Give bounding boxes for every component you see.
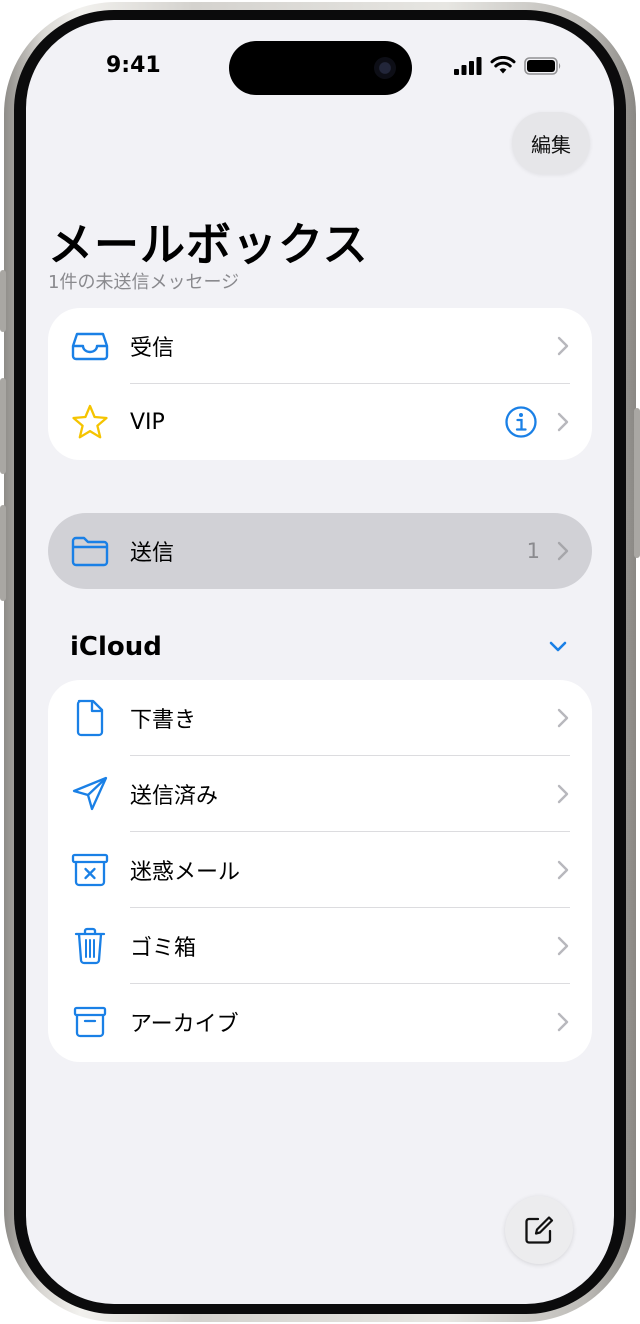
mailbox-label: 送信: [130, 541, 175, 566]
mailbox-label: ゴミ箱: [130, 936, 197, 961]
mailbox-row-archive[interactable]: アーカイブ: [48, 984, 592, 1060]
icloud-mailboxes-card: 下書き 送信済み 迷惑メール ゴミ箱 アーカイブ: [48, 680, 592, 1062]
folder-icon: [70, 531, 110, 571]
mailbox-label: VIP: [130, 409, 165, 435]
mailbox-row-inbox[interactable]: 受信: [48, 308, 592, 384]
chevron-right-icon: [557, 936, 569, 956]
mailbox-label: アーカイブ: [130, 1012, 239, 1037]
mailbox-label: 送信済み: [130, 784, 219, 809]
power-button: [634, 408, 640, 558]
chevron-right-icon: [557, 1012, 569, 1032]
mailbox-row-junk[interactable]: 迷惑メール: [48, 832, 592, 908]
mailbox-label: 下書き: [130, 708, 197, 733]
paperplane-icon: [70, 774, 110, 814]
volume-down-button: [0, 505, 6, 601]
trash-icon: [70, 926, 110, 966]
chevron-down-icon[interactable]: [548, 640, 568, 654]
unsent-count-badge: 1: [526, 539, 540, 563]
compose-icon: [525, 1216, 554, 1244]
status-icons: [454, 56, 562, 75]
sent-row: 送信 1: [48, 513, 592, 589]
volume-up-button: [0, 378, 6, 474]
chevron-right-icon: [557, 860, 569, 880]
junk-icon: [70, 850, 110, 890]
edit-button[interactable]: 編集: [512, 112, 590, 174]
section-header-icloud[interactable]: iCloud: [70, 632, 162, 662]
mailbox-row-trash[interactable]: ゴミ箱: [48, 908, 592, 984]
wifi-icon: [490, 56, 516, 74]
info-icon[interactable]: [504, 405, 538, 439]
mailbox-row-sent[interactable]: 送信 1: [48, 513, 592, 589]
top-mailboxes-card: 受信 VIP: [48, 308, 592, 460]
battery-icon: [524, 56, 561, 75]
mailbox-label: 迷惑メール: [130, 860, 241, 885]
page-title: メールボックス: [48, 218, 369, 271]
cellular-signal-icon: [454, 56, 482, 75]
mailbox-label: 受信: [130, 336, 175, 361]
dynamic-island: [229, 41, 412, 95]
star-icon: [70, 402, 110, 442]
inbox-icon: [70, 326, 110, 366]
chevron-right-icon: [557, 541, 569, 561]
document-icon: [70, 698, 110, 738]
camera-icon: [374, 57, 396, 79]
mailbox-row-vip[interactable]: VIP: [48, 384, 592, 460]
chevron-right-icon: [557, 336, 569, 356]
chevron-right-icon: [557, 412, 569, 432]
chevron-right-icon: [557, 708, 569, 728]
status-time: 9:41: [106, 53, 161, 78]
screen: 9:41 編集 メールボックス 1件の未送信メッセージ 受信 VIP 送信 1 …: [26, 20, 614, 1304]
action-button: [0, 270, 6, 332]
page-subtitle: 1件の未送信メッセージ: [48, 272, 240, 293]
archive-icon: [70, 1002, 110, 1042]
mailbox-row-sent-items[interactable]: 送信済み: [48, 756, 592, 832]
chevron-right-icon: [557, 784, 569, 804]
mailbox-row-drafts[interactable]: 下書き: [48, 680, 592, 756]
compose-button[interactable]: [505, 1196, 573, 1264]
